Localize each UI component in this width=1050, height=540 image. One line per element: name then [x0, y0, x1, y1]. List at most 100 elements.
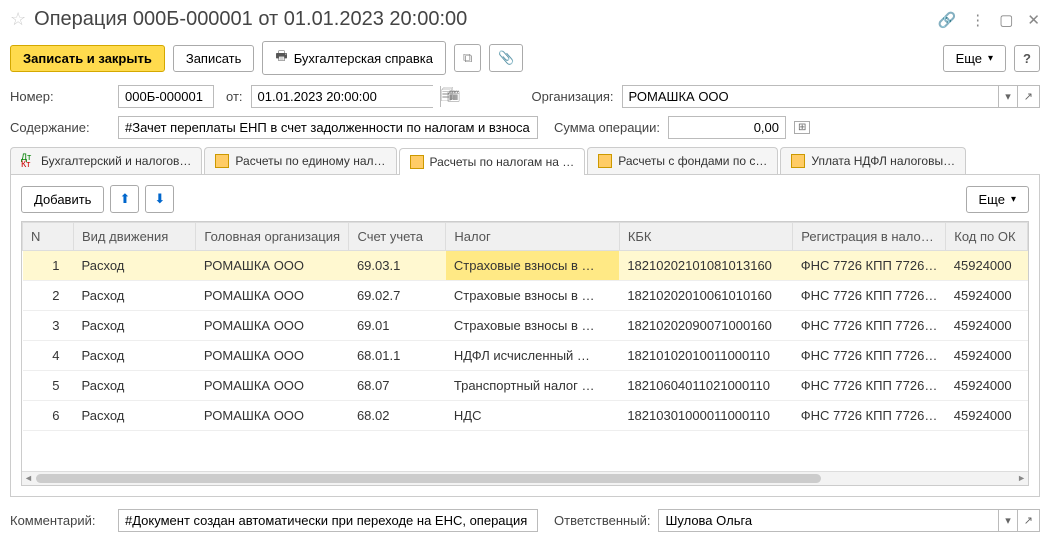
move-up-button[interactable]: ⬆ [110, 185, 139, 213]
cell[interactable]: Расход [74, 311, 196, 341]
cell[interactable]: 69.03.1 [349, 251, 446, 281]
org-open-icon[interactable]: ↗ [1017, 86, 1039, 107]
cell[interactable]: 68.02 [349, 401, 446, 431]
copy-button[interactable]: ⧉ [454, 44, 481, 72]
cell[interactable]: НДФЛ исчисленный … [446, 341, 619, 371]
cell[interactable]: ФНС 7726 КПП 77260… [793, 251, 946, 281]
print-reference-button[interactable]: 🖶 Бухгалтерская справка [262, 41, 446, 75]
col-acct[interactable]: Счет учета [349, 223, 446, 251]
cell[interactable]: РОМАШКА ООО [196, 311, 349, 341]
col-kbk[interactable]: КБК [619, 223, 792, 251]
cell[interactable]: ФНС 7726 КПП 77260… [793, 371, 946, 401]
cell[interactable]: Транспортный налог … [446, 371, 619, 401]
cell[interactable]: 68.01.1 [349, 341, 446, 371]
table-row[interactable]: 3РасходРОМАШКА ООО69.01Страховые взносы … [23, 311, 1028, 341]
tab-ndfl[interactable]: Уплата НДФЛ налоговы… [780, 147, 966, 174]
cell[interactable]: РОМАШКА ООО [196, 251, 349, 281]
cell[interactable]: 4 [23, 341, 74, 371]
attach-button[interactable]: 📎 [489, 44, 523, 72]
cell[interactable]: 45924000 [946, 341, 1028, 371]
cell[interactable]: 69.02.7 [349, 281, 446, 311]
date-input[interactable] [252, 86, 440, 107]
cell[interactable]: 18210301000011000110 [619, 401, 792, 431]
cell[interactable]: Расход [74, 371, 196, 401]
move-down-button[interactable]: ⬇ [145, 185, 174, 213]
cell[interactable]: Страховые взносы в … [446, 281, 619, 311]
col-code[interactable]: Код по ОК [946, 223, 1028, 251]
cell[interactable]: Расход [74, 281, 196, 311]
cell[interactable]: 45924000 [946, 281, 1028, 311]
cell[interactable]: Расход [74, 401, 196, 431]
col-reg[interactable]: Регистрация в налого… [793, 223, 946, 251]
cell[interactable]: 6 [23, 401, 74, 431]
table-row[interactable]: 5РасходРОМАШКА ООО68.07Транспортный нало… [23, 371, 1028, 401]
resp-dropdown-icon[interactable]: ▾ [998, 510, 1017, 531]
cell[interactable]: 69.01 [349, 311, 446, 341]
org-dropdown-icon[interactable]: ▾ [998, 86, 1017, 107]
kebab-menu-icon[interactable]: ⋮ [970, 11, 985, 29]
cell[interactable]: 2 [23, 281, 74, 311]
cell[interactable]: 3 [23, 311, 74, 341]
cell[interactable]: 45924000 [946, 371, 1028, 401]
sum-input[interactable] [668, 116, 786, 139]
cell[interactable]: РОМАШКА ООО [196, 371, 349, 401]
org-input[interactable] [623, 86, 999, 107]
table-more-button[interactable]: Еще ▾ [966, 186, 1029, 213]
maximize-icon[interactable]: ▢ [999, 11, 1013, 29]
help-button[interactable]: ? [1014, 45, 1040, 72]
cell[interactable]: РОМАШКА ООО [196, 341, 349, 371]
cell[interactable]: 68.07 [349, 371, 446, 401]
cell[interactable]: РОМАШКА ООО [196, 401, 349, 431]
close-icon[interactable]: ✕ [1027, 11, 1040, 29]
cell[interactable]: НДС [446, 401, 619, 431]
tab-funds[interactable]: Расчеты с фондами по с… [587, 147, 778, 174]
table-row[interactable]: 2РасходРОМАШКА ООО69.02.7Страховые взнос… [23, 281, 1028, 311]
tab-tax-calc[interactable]: Расчеты по налогам на … [399, 148, 586, 175]
horizontal-scrollbar[interactable] [22, 471, 1028, 485]
table-row[interactable]: 6РасходРОМАШКА ООО68.02НДС18210301000011… [23, 401, 1028, 431]
cell[interactable]: 18210202090071000160 [619, 311, 792, 341]
cell[interactable]: ФНС 7726 КПП 77260… [793, 311, 946, 341]
save-button[interactable]: Записать [173, 45, 255, 72]
col-tax[interactable]: Налог [446, 223, 619, 251]
col-n[interactable]: N [23, 223, 74, 251]
link-icon[interactable]: 🔗 [938, 11, 957, 29]
content-label: Содержание: [10, 120, 110, 135]
add-row-button[interactable]: Добавить [21, 186, 104, 213]
data-table[interactable]: N Вид движения Головная организация Счет… [22, 222, 1028, 431]
col-move[interactable]: Вид движения [74, 223, 196, 251]
cell[interactable]: 1 [23, 251, 74, 281]
content-input[interactable] [118, 116, 538, 139]
cell[interactable]: 45924000 [946, 311, 1028, 341]
more-button[interactable]: Еще ▾ [943, 45, 1006, 72]
calculator-icon[interactable]: ⊞ [794, 121, 810, 134]
save-close-button[interactable]: Записать и закрыть [10, 45, 165, 72]
resp-open-icon[interactable]: ↗ [1017, 510, 1039, 531]
table-row[interactable]: 1РасходРОМАШКА ООО69.03.1Страховые взнос… [23, 251, 1028, 281]
cell[interactable]: 18210202010061010160 [619, 281, 792, 311]
responsible-input[interactable] [659, 510, 998, 531]
cell[interactable]: ФНС 7726 КПП 77260… [793, 401, 946, 431]
table-row[interactable]: 4РасходРОМАШКА ООО68.01.1НДФЛ исчисленны… [23, 341, 1028, 371]
cell[interactable]: Страховые взносы в … [446, 251, 619, 281]
cell[interactable]: 18210604011021000110 [619, 371, 792, 401]
cell[interactable]: Страховые взносы в … [446, 311, 619, 341]
cell[interactable]: ФНС 7726 КПП 77260… [793, 341, 946, 371]
number-input[interactable] [118, 85, 214, 108]
cell[interactable]: 45924000 [946, 251, 1028, 281]
cell[interactable]: 45924000 [946, 401, 1028, 431]
tab-accounting[interactable]: ДтКт Бухгалтерский и налогов… [10, 147, 202, 174]
tab-single-tax[interactable]: Расчеты по единому нал… [204, 147, 396, 174]
cell[interactable]: ФНС 7726 КПП 77260… [793, 281, 946, 311]
col-org[interactable]: Головная организация [196, 223, 349, 251]
favorite-star-icon[interactable]: ☆ [10, 9, 26, 30]
cell[interactable]: 18210202101081013160 [619, 251, 792, 281]
cell[interactable]: 18210102010011000110 [619, 341, 792, 371]
cell[interactable]: Расход [74, 251, 196, 281]
cell[interactable]: Расход [74, 341, 196, 371]
cell[interactable]: 5 [23, 371, 74, 401]
comment-input[interactable] [118, 509, 538, 532]
cell[interactable]: РОМАШКА ООО [196, 281, 349, 311]
date-extra-icon[interactable]: 🗐 [441, 86, 454, 108]
scrollbar-thumb[interactable] [36, 474, 821, 483]
